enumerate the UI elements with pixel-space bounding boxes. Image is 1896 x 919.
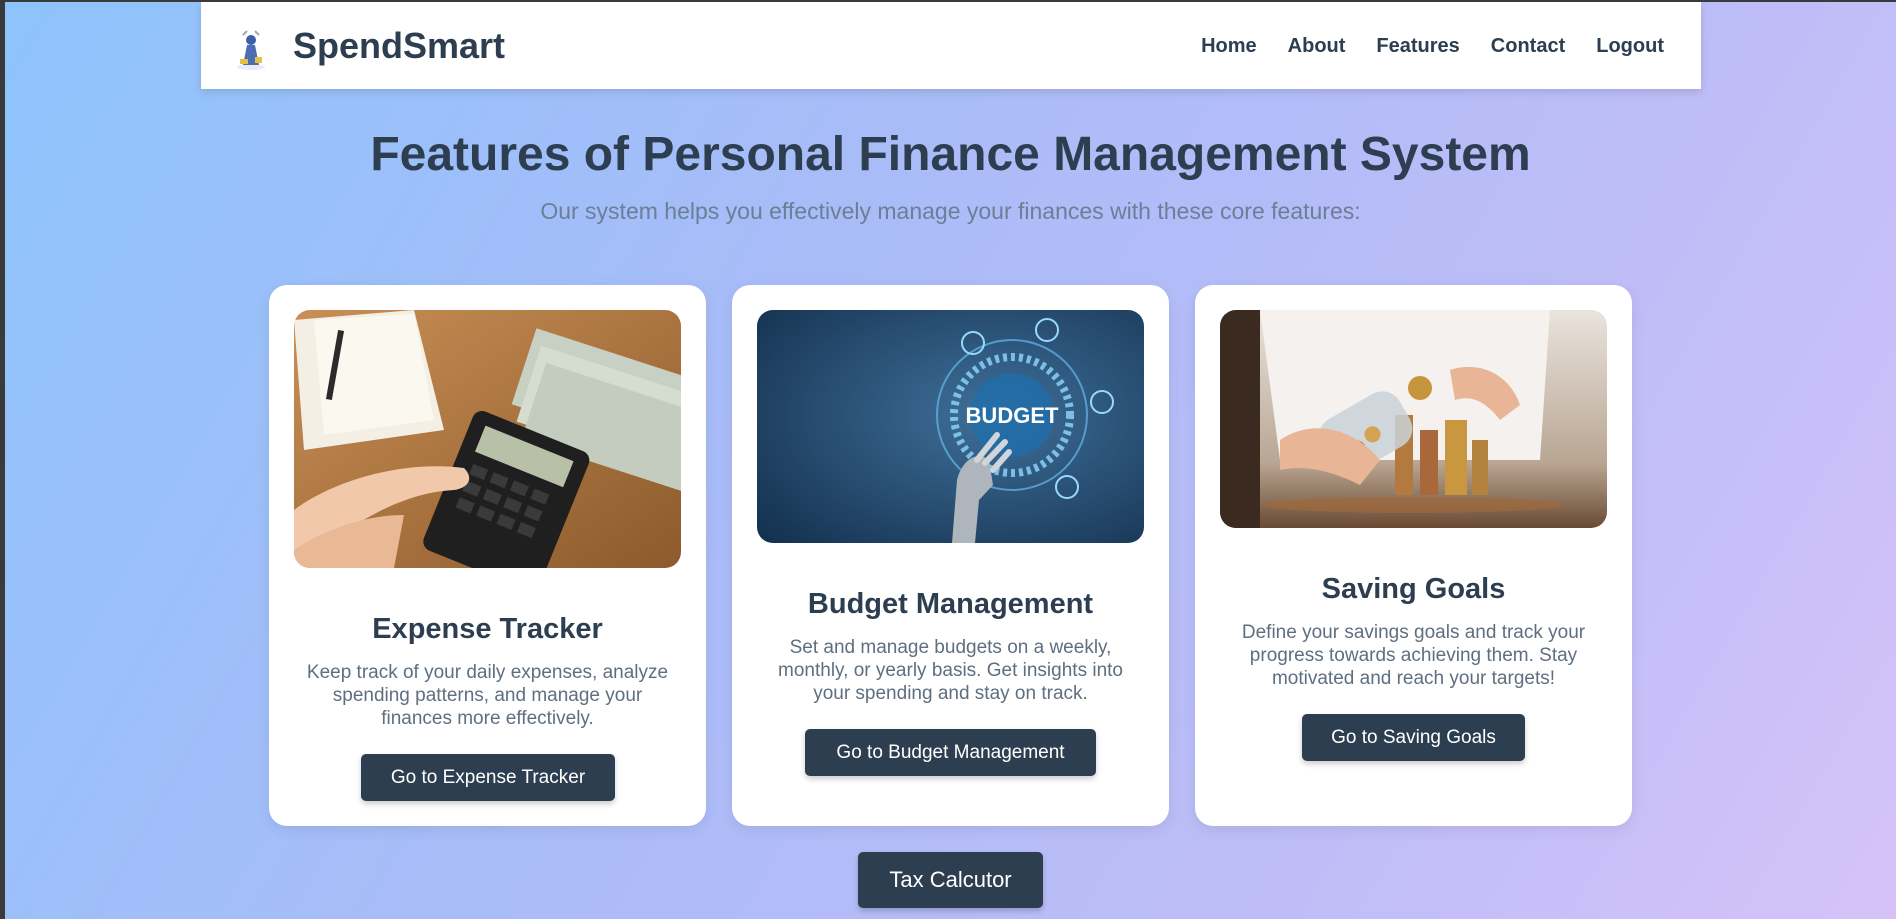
budget-management-card: BUDGET Budget Management Set and manage …	[732, 285, 1169, 826]
card-description-line: Define your savings goals and track your	[1241, 622, 1586, 643]
nav-link-contact[interactable]: Contact	[1491, 33, 1565, 59]
card-description-line: spending patterns, and manage your	[332, 685, 643, 706]
saving-goals-card: Saving Goals Define your savings goals a…	[1195, 285, 1632, 826]
expense-tracker-button[interactable]: Go to Expense Tracker	[361, 754, 615, 801]
saving-goals-image	[1220, 310, 1607, 528]
page-subtitle: Our system helps you effectively manage …	[540, 198, 1361, 224]
card-description-line: progress towards achieving them. Stay	[1249, 645, 1578, 666]
nav-links: Home About Features Contact Logout	[1201, 33, 1664, 59]
card-description-line: Keep track of your daily expenses, analy…	[306, 662, 669, 683]
budget-image-text: BUDGET	[966, 403, 1059, 428]
page-background: SpendSmart Home About Features Contact L…	[5, 2, 1896, 919]
nav-link-about[interactable]: About	[1288, 33, 1346, 59]
logo-icon[interactable]	[234, 27, 268, 71]
card-description-line: your spending and stay on track.	[813, 683, 1088, 704]
nav-link-features[interactable]: Features	[1376, 33, 1459, 59]
tax-calculator-button[interactable]: Tax Calcutor	[858, 852, 1043, 908]
card-title: Saving Goals	[1321, 573, 1506, 605]
card-title: Expense Tracker	[372, 613, 603, 645]
card-title: Budget Management	[807, 588, 1094, 620]
page-title: Features of Personal Finance Management …	[370, 128, 1531, 181]
nav-link-logout[interactable]: Logout	[1596, 33, 1664, 59]
brand-name[interactable]: SpendSmart	[293, 26, 505, 66]
card-description-line: monthly, or yearly basis. Get insights i…	[778, 660, 1123, 681]
card-description-line: motivated and reach your targets!	[1271, 668, 1556, 689]
card-description: Set and manage budgets on a weekly, mont…	[757, 636, 1144, 705]
budget-management-button[interactable]: Go to Budget Management	[805, 729, 1096, 776]
card-description: Keep track of your daily expenses, analy…	[294, 661, 681, 730]
budget-management-image: BUDGET	[757, 310, 1144, 543]
saving-goals-button[interactable]: Go to Saving Goals	[1302, 714, 1525, 761]
card-description-line: finances more effectively.	[381, 708, 594, 729]
expense-tracker-image	[294, 310, 681, 568]
expense-tracker-card: Expense Tracker Keep track of your daily…	[269, 285, 706, 826]
card-description: Define your savings goals and track your…	[1220, 621, 1607, 690]
card-description-line: Set and manage budgets on a weekly,	[789, 637, 1112, 658]
navbar: SpendSmart Home About Features Contact L…	[201, 2, 1701, 89]
nav-link-home[interactable]: Home	[1201, 33, 1257, 59]
